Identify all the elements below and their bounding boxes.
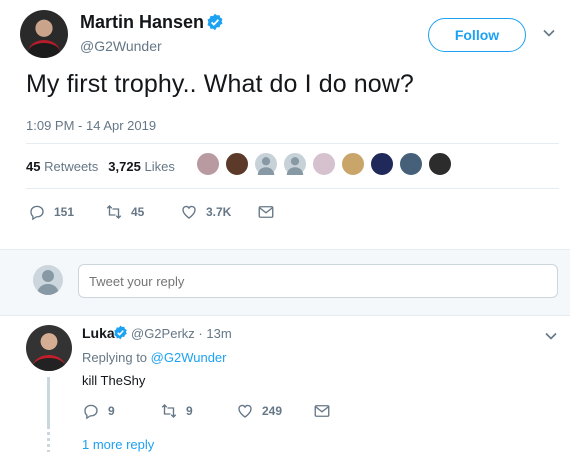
- retweet-action[interactable]: 45: [105, 203, 144, 221]
- reply-meta: @G2Perkz · 13m: [131, 326, 232, 341]
- divider: [26, 188, 559, 189]
- follow-button[interactable]: Follow: [428, 18, 526, 52]
- liker-avatar[interactable]: [399, 152, 423, 176]
- reply-author-handle[interactable]: @G2Perkz: [131, 326, 195, 341]
- reply-author-name[interactable]: Luka: [82, 325, 115, 341]
- reply-action[interactable]: 151: [28, 203, 74, 221]
- envelope-icon: [314, 405, 330, 417]
- verified-badge-icon: [207, 13, 223, 31]
- reply-count: 151: [54, 205, 75, 219]
- divider: [26, 143, 559, 144]
- likes-label: Likes: [144, 159, 175, 174]
- likes-count: 3,725: [108, 159, 141, 174]
- liker-avatar[interactable]: [196, 152, 220, 176]
- reply-message-action[interactable]: [313, 402, 331, 420]
- liker-avatar[interactable]: [254, 152, 278, 176]
- replying-to-prefix: Replying to: [82, 350, 148, 365]
- liker-avatar[interactable]: [370, 152, 394, 176]
- user-avatar: [33, 265, 63, 295]
- retweets-count: 45: [26, 159, 41, 174]
- tweet-reply-input[interactable]: [78, 264, 558, 298]
- reply-reply-action[interactable]: 9: [82, 402, 115, 420]
- liker-avatar[interactable]: [312, 152, 336, 176]
- author-name[interactable]: Martin Hansen: [80, 12, 204, 33]
- retweet-icon: [106, 205, 122, 219]
- retweet-count: 45: [131, 205, 145, 219]
- reply-icon: [30, 205, 44, 221]
- tweet-stats: 45 Retweets 3,725 Likes: [26, 159, 175, 174]
- message-action[interactable]: [257, 203, 275, 221]
- envelope-icon: [258, 206, 274, 218]
- default-avatar-icon: [257, 157, 275, 175]
- liker-avatar[interactable]: [428, 152, 452, 176]
- reply-like-action[interactable]: 249: [236, 402, 282, 420]
- heart-icon: [238, 404, 252, 418]
- reply-text: kill TheShy: [82, 373, 146, 388]
- default-avatar-icon: [286, 157, 304, 175]
- reply-like-count: 249: [262, 404, 283, 418]
- likes-stat[interactable]: 3,725 Likes: [108, 159, 175, 174]
- replying-to: Replying to @G2Wunder: [82, 350, 227, 365]
- liker-avatar[interactable]: [283, 152, 307, 176]
- retweets-stat[interactable]: 45 Retweets: [26, 159, 98, 174]
- reply-retweet-count: 9: [186, 404, 193, 418]
- retweets-label: Retweets: [44, 159, 99, 174]
- heart-icon: [182, 205, 196, 219]
- chevron-down-icon[interactable]: [542, 26, 556, 40]
- thread-dots: [47, 432, 50, 452]
- reply-time[interactable]: 13m: [206, 326, 231, 341]
- liker-avatar[interactable]: [341, 152, 365, 176]
- like-count: 3.7K: [206, 205, 232, 219]
- like-action[interactable]: 3.7K: [180, 203, 231, 221]
- tweet-timestamp[interactable]: 1:09 PM - 14 Apr 2019: [26, 118, 156, 133]
- reply-author-avatar[interactable]: [26, 325, 72, 371]
- verified-badge-icon: [114, 325, 127, 340]
- likers-avatars: [196, 152, 457, 176]
- reply-reply-count: 9: [108, 404, 115, 418]
- thread-line: [47, 377, 50, 429]
- author-handle[interactable]: @G2Wunder: [80, 38, 162, 54]
- author-avatar[interactable]: [20, 10, 68, 58]
- chevron-down-icon[interactable]: [544, 329, 558, 343]
- retweet-icon: [161, 404, 177, 418]
- tweet-text: My first trophy.. What do I do now?: [26, 70, 414, 98]
- reply-retweet-action[interactable]: 9: [160, 402, 193, 420]
- replying-to-link[interactable]: @G2Wunder: [151, 350, 227, 365]
- reply-icon: [84, 404, 98, 420]
- liker-avatar[interactable]: [225, 152, 249, 176]
- more-replies-link[interactable]: 1 more reply: [82, 437, 154, 452]
- meta-separator: ·: [198, 326, 203, 341]
- default-avatar-icon: [37, 270, 59, 295]
